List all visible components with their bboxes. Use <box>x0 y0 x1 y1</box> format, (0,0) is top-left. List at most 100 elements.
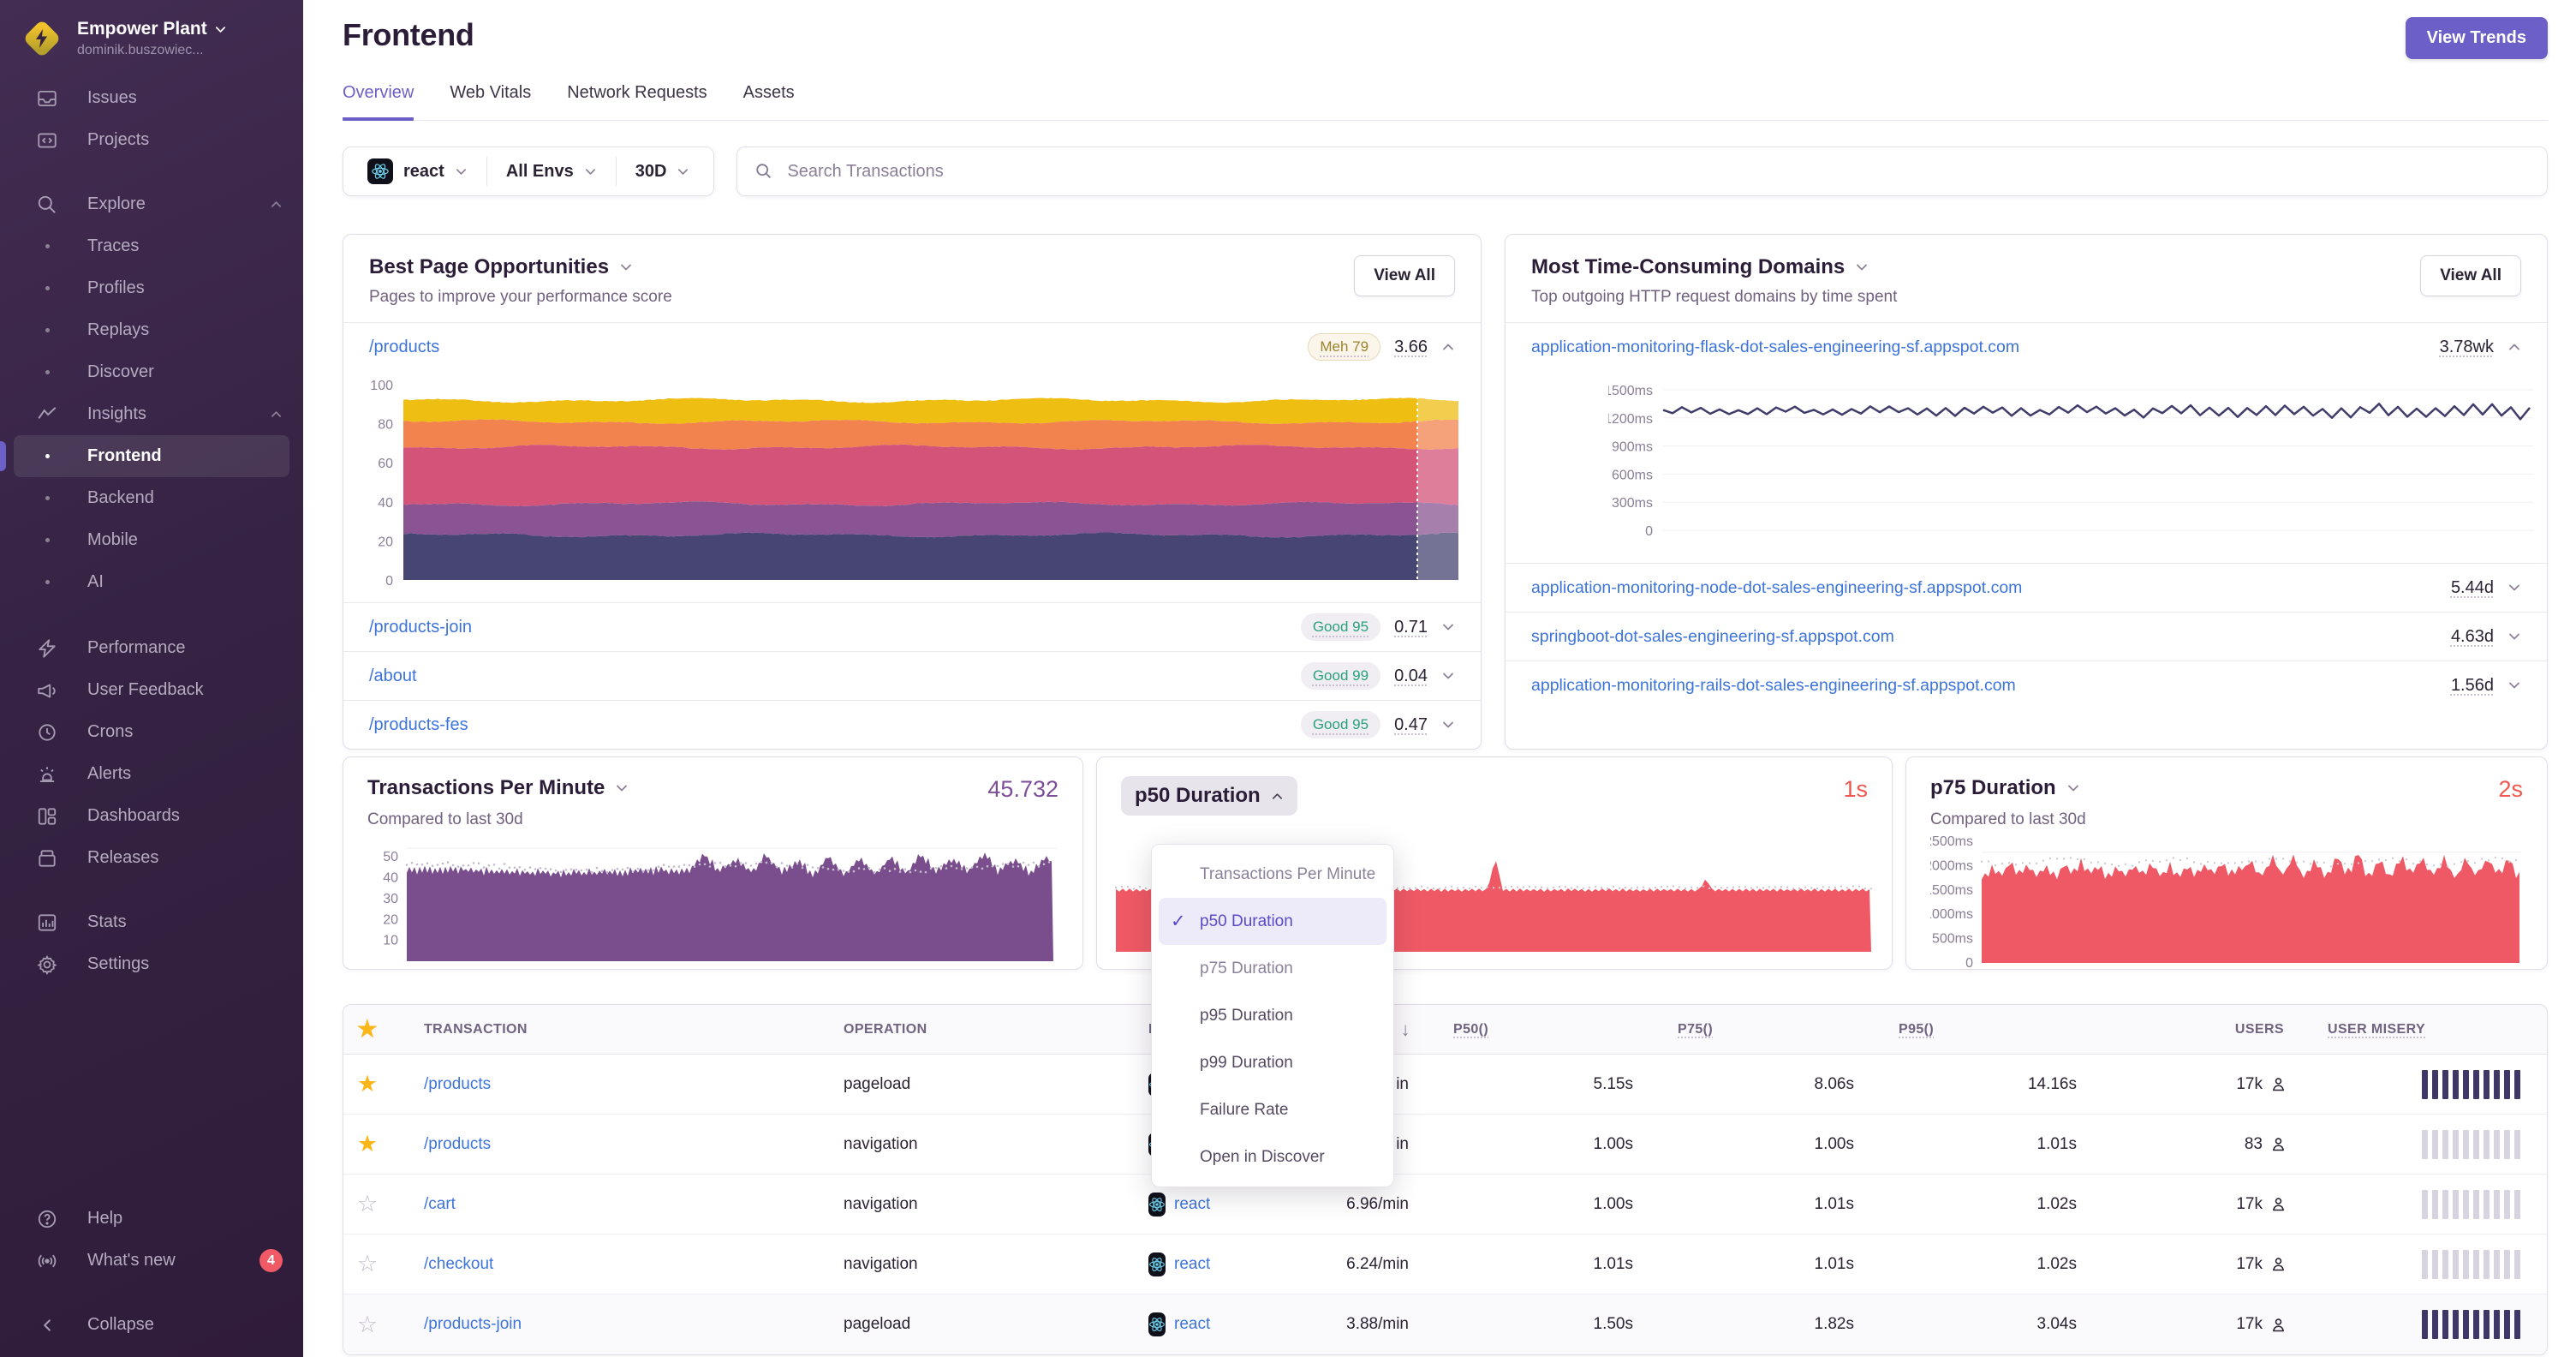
chevron-down-icon[interactable] <box>2507 581 2521 595</box>
table-row[interactable]: ★ /products navigation react in 1.00s 1.… <box>343 1115 2547 1175</box>
sidebar-item-insights[interactable]: Insights <box>0 393 303 435</box>
tab-overview[interactable]: Overview <box>343 83 414 121</box>
sidebar-item-label: Discover <box>87 362 154 381</box>
sidebar-item-mobile[interactable]: Mobile <box>0 519 303 561</box>
sidebar-item-releases[interactable]: Releases <box>0 837 303 879</box>
menu-item-p99-duration[interactable]: p99 Duration <box>1152 1039 1393 1086</box>
search-transactions-input[interactable] <box>785 160 2530 182</box>
panel-title[interactable]: Most Time-Consuming Domains <box>1531 255 1897 279</box>
tab-web-vitals[interactable]: Web Vitals <box>450 83 531 120</box>
page-row[interactable]: /products Meh 79 3.66 <box>343 322 1481 371</box>
domain-link[interactable]: application-monitoring-node-dot-sales-en… <box>1531 578 2022 598</box>
environment-filter[interactable]: All Envs <box>487 162 616 182</box>
sidebar-item-help[interactable]: Help <box>0 1198 303 1240</box>
page-link[interactable]: /products-join <box>369 618 472 637</box>
date-range-filter[interactable]: 30D <box>617 162 709 182</box>
tab-network-requests[interactable]: Network Requests <box>567 83 707 120</box>
sidebar-item-dashboards[interactable]: Dashboards <box>0 795 303 837</box>
table-row[interactable]: ☆ /checkout navigation react 6.24/min 1.… <box>343 1234 2547 1294</box>
column-header-p75[interactable]: P75() <box>1638 1022 1859 1037</box>
page-row[interactable]: /products-join Good 95 0.71 <box>343 602 1481 651</box>
sidebar-item-explore[interactable]: Explore <box>0 183 303 225</box>
chevron-down-icon[interactable] <box>1441 669 1455 683</box>
table-row[interactable]: ☆ /cart navigation react 6.96/min 1.00s … <box>343 1175 2547 1234</box>
menu-item-p95-duration[interactable]: p95 Duration <box>1152 992 1393 1039</box>
page-row[interactable]: /about Good 99 0.04 <box>343 651 1481 700</box>
page-row[interactable]: /products-fes Good 95 0.47 <box>343 700 1481 749</box>
sidebar-collapse-button[interactable]: Collapse <box>0 1304 303 1346</box>
sidebar-item-user-feedback[interactable]: User Feedback <box>0 669 303 711</box>
menu-item-transactions-per-minute[interactable]: Transactions Per Minute <box>1152 851 1393 898</box>
project-cell[interactable]: react <box>1128 1252 1210 1276</box>
sidebar-item-settings[interactable]: Settings <box>0 943 303 985</box>
column-header-transaction[interactable]: TRANSACTION <box>391 1022 820 1037</box>
table-row[interactable]: ☆ /products-join pageload react 3.88/min… <box>343 1294 2547 1354</box>
sidebar-item-profiles[interactable]: Profiles <box>0 267 303 309</box>
transaction-link[interactable]: /products <box>391 1135 820 1154</box>
column-header-user-misery[interactable]: USER MISERY <box>2293 1022 2547 1037</box>
star-toggle[interactable]: ☆ <box>357 1193 378 1216</box>
transaction-link[interactable]: /products <box>391 1075 820 1094</box>
sidebar-item-alerts[interactable]: Alerts <box>0 753 303 795</box>
page-link[interactable]: /products-fes <box>369 715 468 735</box>
sidebar-item-stats[interactable]: Stats <box>0 901 303 943</box>
users-cell: 17k <box>2082 1195 2293 1214</box>
domain-link[interactable]: application-monitoring-rails-dot-sales-e… <box>1531 676 2016 696</box>
tab-assets[interactable]: Assets <box>743 83 795 120</box>
sidebar-item-performance[interactable]: Performance <box>0 627 303 669</box>
project-cell[interactable]: react <box>1128 1192 1210 1217</box>
view-all-button[interactable]: View All <box>1354 255 1455 296</box>
chevron-down-icon[interactable] <box>1441 620 1455 634</box>
project-cell[interactable]: react <box>1128 1312 1210 1336</box>
sidebar-item-discover[interactable]: Discover <box>0 351 303 393</box>
sidebar-item-whats-new[interactable]: What's new 4 <box>0 1240 303 1282</box>
view-all-button[interactable]: View All <box>2420 255 2521 296</box>
metric-title[interactable]: Transactions Per Minute <box>367 776 629 800</box>
menu-item-p50-duration[interactable]: ✓ p50 Duration <box>1159 898 1386 945</box>
org-switcher[interactable]: Empower Plant dominik.buszowiec... <box>0 0 303 58</box>
metric-selector-trigger[interactable]: p50 Duration <box>1121 776 1297 816</box>
view-trends-button[interactable]: View Trends <box>2405 17 2548 59</box>
sidebar-item-crons[interactable]: Crons <box>0 711 303 753</box>
chevron-down-icon[interactable] <box>2507 678 2521 692</box>
domain-row[interactable]: springboot-dot-sales-engineering-sf.apps… <box>1506 612 2547 661</box>
column-header-p50[interactable]: P50() <box>1414 1022 1638 1037</box>
project-filter[interactable]: react <box>349 158 486 184</box>
column-header-p95[interactable]: P95() <box>1859 1022 2082 1037</box>
sidebar-item-ai[interactable]: AI <box>0 561 303 603</box>
transaction-link[interactable]: /cart <box>391 1195 820 1214</box>
transaction-link[interactable]: /products-join <box>391 1315 820 1334</box>
domain-link[interactable]: application-monitoring-flask-dot-sales-e… <box>1531 338 2019 357</box>
sidebar-item-projects[interactable]: Projects <box>0 119 303 161</box>
star-column-header-icon[interactable]: ★ <box>357 1018 379 1041</box>
menu-item-failure-rate[interactable]: Failure Rate <box>1152 1086 1393 1133</box>
metric-title[interactable]: p75 Duration <box>1930 776 2080 800</box>
page-link[interactable]: /about <box>369 667 417 686</box>
chevron-up-icon[interactable] <box>1441 340 1455 354</box>
sidebar-item-backend[interactable]: Backend <box>0 477 303 519</box>
svg-text:600ms: 600ms <box>1612 468 1653 482</box>
menu-item-p75-duration[interactable]: p75 Duration <box>1152 945 1393 992</box>
domain-row[interactable]: application-monitoring-rails-dot-sales-e… <box>1506 661 2547 709</box>
domain-row[interactable]: application-monitoring-flask-dot-sales-e… <box>1506 322 2547 371</box>
menu-item-open-in-discover[interactable]: Open in Discover <box>1152 1133 1393 1181</box>
table-row[interactable]: ★ /products pageload react in 5.15s 8.06… <box>343 1055 2547 1115</box>
chevron-down-icon[interactable] <box>1441 718 1455 732</box>
chevron-down-icon[interactable] <box>2507 630 2521 643</box>
domain-link[interactable]: springboot-dot-sales-engineering-sf.apps… <box>1531 627 1894 647</box>
sidebar-item-issues[interactable]: Issues <box>0 77 303 119</box>
panel-title[interactable]: Best Page Opportunities <box>369 255 672 279</box>
page-link[interactable]: /products <box>369 338 439 357</box>
chevron-up-icon[interactable] <box>2507 340 2521 354</box>
column-header-operation[interactable]: OPERATION <box>820 1022 1128 1037</box>
star-toggle[interactable]: ☆ <box>357 1252 378 1276</box>
column-header-users[interactable]: USERS <box>2082 1022 2293 1037</box>
domain-row[interactable]: application-monitoring-node-dot-sales-en… <box>1506 563 2547 612</box>
star-toggle[interactable]: ★ <box>357 1133 378 1156</box>
sidebar-item-replays[interactable]: Replays <box>0 309 303 351</box>
star-toggle[interactable]: ★ <box>357 1073 378 1096</box>
sidebar-item-traces[interactable]: Traces <box>0 225 303 267</box>
transaction-link[interactable]: /checkout <box>391 1255 820 1274</box>
star-toggle[interactable]: ☆ <box>357 1312 378 1336</box>
sidebar-item-frontend[interactable]: Frontend <box>0 435 289 477</box>
